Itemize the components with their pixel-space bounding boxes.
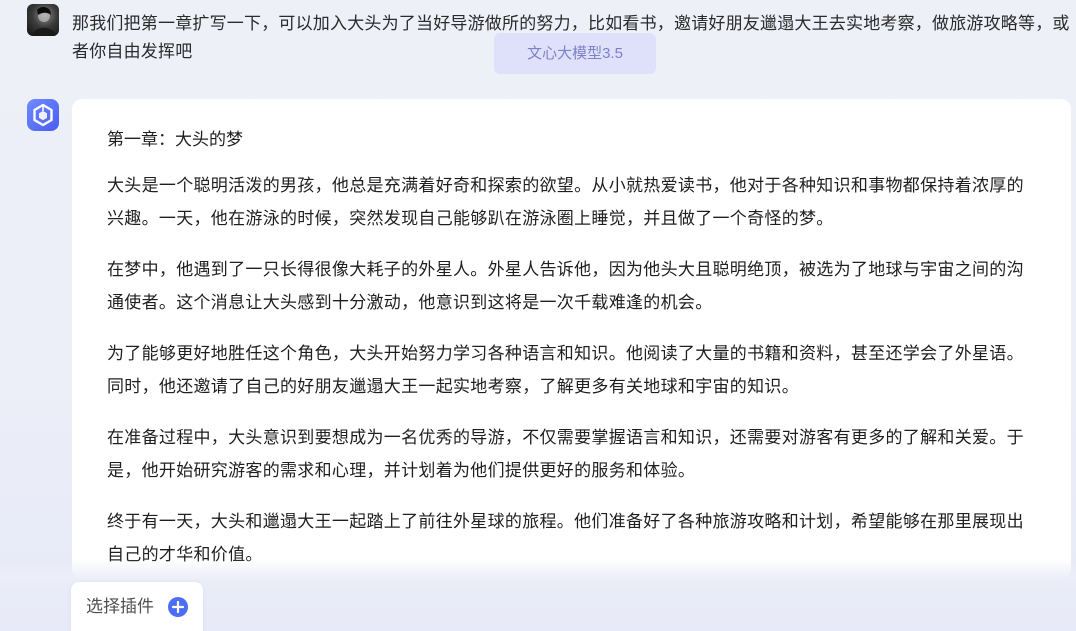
ernie-bot-logo-icon <box>27 99 59 131</box>
select-plugin-label: 选择插件 <box>86 597 154 617</box>
model-version-chip[interactable]: 文心大模型3.5 <box>494 33 656 74</box>
bot-answer-card: 第一章：大头的梦 大头是一个聪明活泼的男孩，他总是充满着好奇和探索的欲望。从小就… <box>72 99 1071 579</box>
answer-paragraph: 为了能够更好地胜任这个角色，大头开始努力学习各种语言和知识。他阅读了大量的书籍和… <box>107 344 1024 397</box>
select-plugin-button[interactable]: 选择插件 <box>71 582 203 631</box>
user-avatar <box>27 4 59 36</box>
answer-paragraph: 大头是一个聪明活泼的男孩，他总是充满着好奇和探索的欲望。从小就热爱读书，他对于各… <box>107 176 1024 229</box>
answer-paragraph: 在梦中，他遇到了一只长得很像大耗子的外星人。外星人告诉他，因为他头大且聪明绝顶，… <box>107 260 1024 313</box>
bot-answer-content: 第一章：大头的梦 大头是一个聪明活泼的男孩，他总是充满着好奇和探索的欲望。从小就… <box>107 126 1037 579</box>
answer-paragraph: 在准备过程中，大头意识到要想成为一名优秀的导游，不仅需要掌握语言和知识，还需要对… <box>107 428 1024 481</box>
plus-circle-icon[interactable] <box>168 597 188 617</box>
chapter-title: 第一章：大头的梦 <box>107 130 243 150</box>
